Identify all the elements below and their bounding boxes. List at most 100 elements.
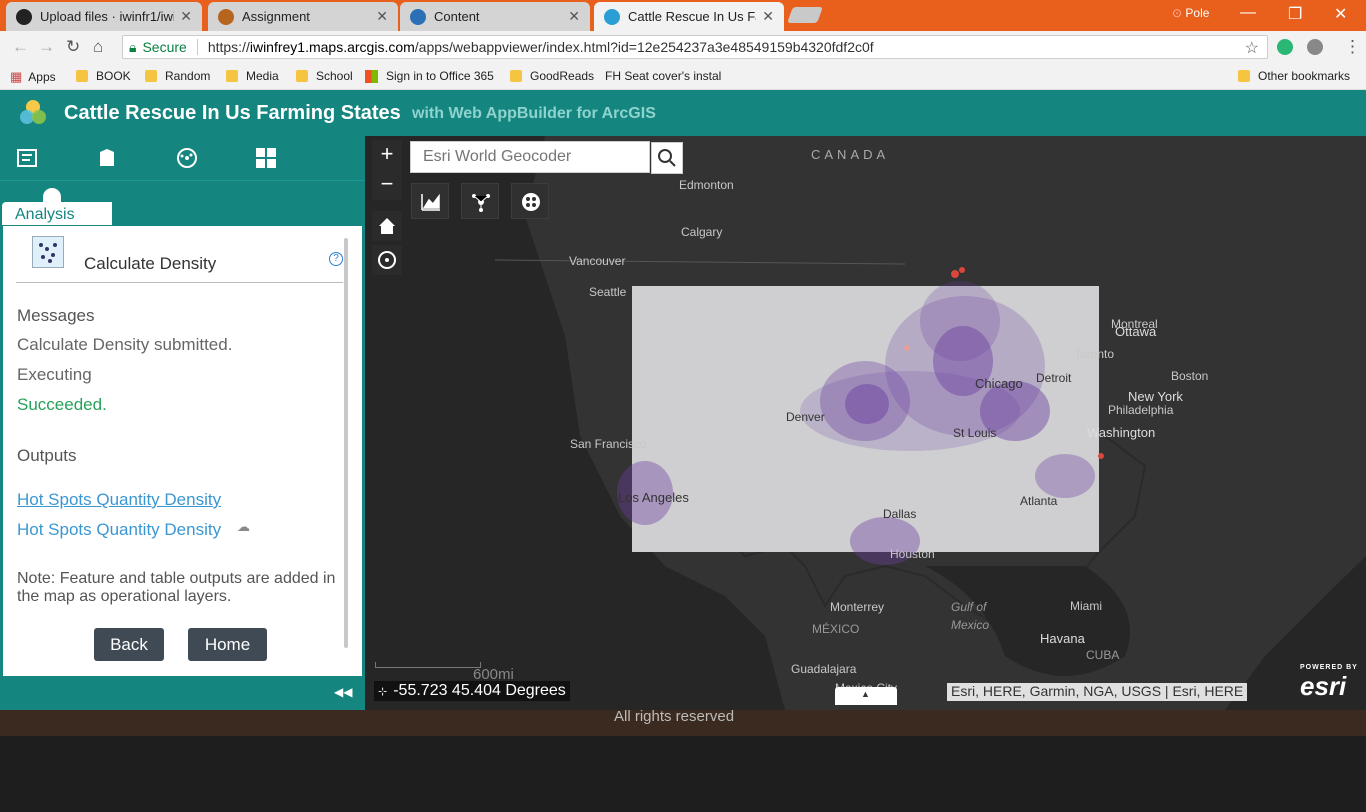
minimize-icon[interactable]: — (1240, 4, 1256, 22)
folder-icon (1238, 70, 1250, 82)
taskbar: All rights reserved (0, 708, 1366, 736)
label-denver: Denver (786, 410, 825, 424)
extension-icon[interactable] (1307, 39, 1323, 55)
scale-bar (375, 662, 481, 668)
tab-label: Cattle Rescue In Us Farm (628, 9, 756, 24)
app-logo-icon (20, 100, 46, 124)
back-button[interactable]: Back (94, 628, 164, 661)
label-havana: Havana (1040, 631, 1085, 646)
label-houston: Houston (890, 547, 935, 561)
apps-grid-icon: ▦ (10, 69, 23, 84)
bookmark-star-icon[interactable]: ☆ (1245, 38, 1259, 58)
bookmark-widget-icon[interactable] (95, 146, 119, 170)
output-link-2[interactable]: Hot Spots Quantity Density (17, 520, 221, 540)
widget-toolbar (0, 136, 365, 180)
label-st-louis: St Louis (953, 426, 997, 440)
label-san-francisco: San Francisco (570, 437, 647, 451)
bookmark-office365[interactable]: Sign in to Office 365 (365, 69, 494, 83)
esri-logo: POWERED BY esri (1300, 664, 1358, 702)
close-icon[interactable]: ✕ (376, 8, 388, 25)
panel-body: Calculate Density ? Messages Calculate D… (2, 225, 363, 677)
profile-icon: ⊙ (1172, 6, 1186, 20)
collapse-panel-icon[interactable]: ◀◀ (334, 685, 352, 699)
lock-icon: 🔒︎ (129, 38, 137, 55)
panel-title: Analysis (15, 206, 75, 223)
label-seattle: Seattle (589, 285, 627, 299)
label-atlanta: Atlanta (1020, 494, 1058, 508)
analysis-icon[interactable] (175, 146, 199, 170)
canvas-icon (218, 8, 234, 25)
menu-icon[interactable]: ⋮ (1344, 37, 1361, 57)
app-subtitle: with Web AppBuilder for ArcGIS (412, 105, 656, 122)
message-submitted: Calculate Density submitted. (17, 335, 233, 354)
bookmark-book[interactable]: BOOK (76, 69, 131, 83)
bookmark-random[interactable]: Random (145, 69, 210, 83)
url-text: https://iwinfrey1.maps.arcgis.com/apps/w… (207, 39, 874, 55)
density-dots-icon (39, 243, 57, 263)
github-icon (16, 8, 32, 25)
browser-tab-strip: Upload files · iwinfr1/iwir ✕ Assignment… (0, 0, 1366, 31)
tab-upload-files[interactable]: Upload files · iwinfr1/iwir ✕ (6, 2, 202, 31)
label-edmonton: Edmonton (679, 178, 734, 192)
tab-assignment[interactable]: Assignment ✕ (208, 2, 398, 31)
close-icon[interactable]: ✕ (568, 8, 580, 25)
attribution-toggle[interactable]: ▲ (835, 687, 897, 705)
label-toronto: Toronto (1074, 347, 1115, 361)
bookmark-media[interactable]: Media (226, 69, 279, 83)
bookmark-other[interactable]: Other bookmarks (1238, 69, 1350, 83)
grammarly-icon[interactable] (1277, 39, 1293, 55)
close-window-icon[interactable]: ✕ (1334, 4, 1347, 24)
message-succeeded: Succeeded. (17, 395, 107, 414)
widget-indicator-band (0, 180, 365, 202)
sidebar: Analysis Calculate Density ? Messages Ca… (0, 136, 365, 710)
tab-cattle-rescue[interactable]: Cattle Rescue In Us Farm ✕ (594, 2, 784, 31)
new-tab-button[interactable] (787, 7, 823, 23)
basemap-gallery-icon[interactable] (254, 146, 278, 170)
forward-arrow-icon[interactable]: → (38, 37, 55, 57)
map-view[interactable]: + − Esri World Geocoder CANADA Edmonton … (365, 136, 1366, 710)
app-header: Cattle Rescue In Us Farming States with … (0, 90, 1366, 136)
label-chicago: Chicago (975, 376, 1023, 391)
folder-icon (226, 70, 238, 82)
back-arrow-icon[interactable]: ← (12, 37, 29, 57)
panel-tab: Analysis (2, 202, 112, 226)
restore-icon[interactable]: ❐ (1288, 4, 1302, 24)
label-vancouver: Vancouver (569, 254, 626, 268)
label-miami: Miami (1070, 599, 1102, 613)
legend-icon[interactable] (15, 146, 39, 170)
tab-content[interactable]: Content ✕ (400, 2, 590, 31)
close-icon[interactable]: ✕ (762, 8, 774, 25)
message-executing: Executing (17, 365, 92, 384)
coordinate-text: -55.723 45.404 Degrees (393, 682, 566, 699)
help-icon[interactable]: ? (329, 252, 343, 266)
reload-icon[interactable]: ↻ (66, 37, 80, 57)
density-hotspots[interactable] (365, 136, 1366, 710)
output-link-1[interactable]: Hot Spots Quantity Density (17, 490, 221, 510)
active-widget-indicator (43, 188, 61, 202)
esri-wordmark: esri (1300, 671, 1347, 701)
bookmark-school[interactable]: School (296, 69, 353, 83)
bookmark-apps[interactable]: ▦ Apps (10, 69, 56, 85)
address-bar[interactable]: 🔒︎ Secure https://iwinfrey1.maps.arcgis.… (122, 35, 1268, 59)
label-detroit: Detroit (1036, 371, 1072, 385)
home-button[interactable]: Home (188, 628, 267, 661)
bookmarks-bar: ▦ Apps BOOK Random Media School Sign in t… (0, 63, 1366, 90)
folder-icon (145, 70, 157, 82)
bookmark-seat-covers[interactable]: FH Seat cover's instal (605, 69, 721, 83)
label-canada: CANADA (811, 147, 890, 162)
map-attribution: Esri, HERE, Garmin, NGA, USGS | Esri, HE… (947, 683, 1248, 701)
tab-label: Upload files · iwinfr1/iwir (40, 9, 175, 24)
label-gulf-of-mexico: Gulf of Mexico (951, 600, 990, 632)
browser-toolbar: ← → ↻ ⌂ 🔒︎ Secure https://iwinfrey1.maps… (0, 31, 1366, 63)
folder-icon (76, 70, 88, 82)
profile-badge[interactable]: ⊙ Pole (1172, 6, 1209, 20)
folder-icon (296, 70, 308, 82)
bookmark-goodreads[interactable]: GoodReads (510, 69, 594, 83)
tab-label: Assignment (242, 9, 310, 24)
label-cuba: CUBA (1086, 648, 1120, 662)
close-icon[interactable]: ✕ (180, 8, 192, 25)
cloud-download-icon[interactable]: ☁ (237, 519, 250, 535)
chevron-up-icon: ▲ (861, 689, 870, 699)
home-icon[interactable]: ⌂ (93, 37, 103, 57)
coordinate-readout[interactable]: ⊹ -55.723 45.404 Degrees (374, 681, 570, 701)
